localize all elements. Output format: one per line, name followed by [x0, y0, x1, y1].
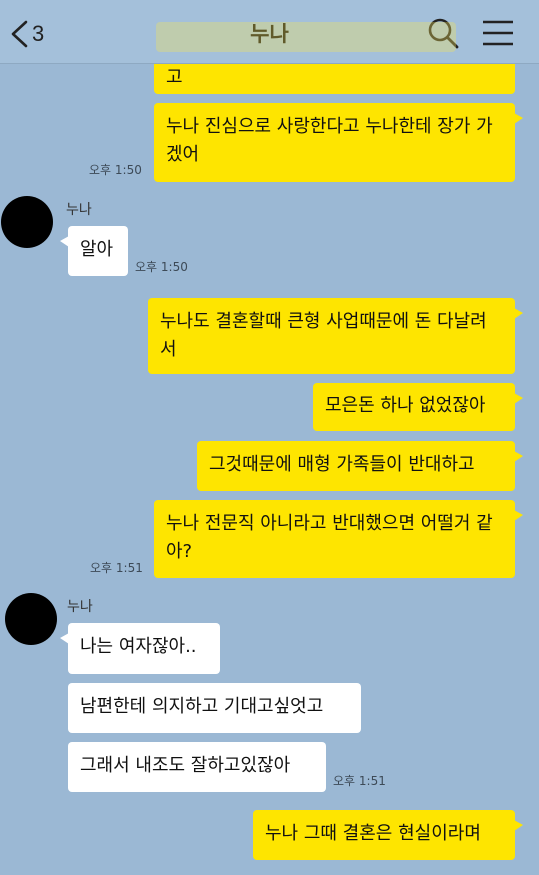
- message-text: 누나 그때 결혼은 현실이라며: [265, 823, 481, 844]
- message-text: 그래서 내조도 잘하고있잖아: [80, 755, 291, 776]
- my-message-bubble[interactable]: 누나 전문직 아니라고 반대했으면 어떨거 같아?: [154, 500, 523, 578]
- other-message-bubble[interactable]: 남편한테 의지하고 기대고싶엇고: [68, 683, 361, 733]
- avatar[interactable]: [1, 196, 53, 248]
- other-message-bubble[interactable]: 알아: [60, 226, 128, 276]
- message-time: 오후 1:51: [90, 561, 143, 575]
- avatar[interactable]: [5, 593, 57, 645]
- chat-screen: 3 누나 고 누나 진심으로 사랑한다고 누나한테 장가 가겠어 오후 1:50…: [0, 0, 539, 875]
- message-time: 오후 1:50: [89, 163, 142, 177]
- my-message-bubble[interactable]: 모은돈 하나 없었잖아: [313, 383, 523, 431]
- other-message-bubble[interactable]: 나는 여자잖아..: [60, 623, 220, 674]
- message-text: 고: [166, 67, 183, 88]
- hamburger-menu-icon[interactable]: [480, 16, 516, 50]
- my-message-bubble[interactable]: 누나 진심으로 사랑한다고 누나한테 장가 가겠어: [154, 103, 523, 182]
- message-text: 그것때문에 매형 가족들이 반대하고: [209, 454, 475, 475]
- message-text: 누나 전문직 아니라고 반대했으면 어떨거 같아?: [166, 513, 493, 562]
- message-text: 알아: [80, 239, 114, 260]
- message-time: 오후 1:51: [333, 774, 386, 788]
- message-text: 모은돈 하나 없었잖아: [325, 395, 486, 416]
- message-text: 남편한테 의지하고 기대고싶엇고: [80, 696, 324, 717]
- message-time: 오후 1:50: [135, 260, 188, 274]
- my-message-bubble[interactable]: 누나 그때 결혼은 현실이라며: [253, 810, 523, 860]
- my-message-bubble[interactable]: 누나도 결혼할때 큰형 사업때문에 돈 다날려서: [148, 298, 523, 374]
- sender-name: 누나: [66, 202, 92, 218]
- my-message-bubble[interactable]: 그것때문에 매형 가족들이 반대하고: [197, 441, 523, 491]
- message-text: 누나도 결혼할때 큰형 사업때문에 돈 다날려서: [160, 311, 487, 360]
- cutoff-message-preview: [156, 22, 456, 52]
- message-text: 누나 진심으로 사랑한다고 누나한테 장가 가겠어: [166, 116, 493, 165]
- message-text: 나는 여자잖아..: [80, 636, 197, 657]
- sender-name: 누나: [67, 599, 93, 615]
- other-message-bubble[interactable]: 그래서 내조도 잘하고있잖아: [68, 742, 326, 792]
